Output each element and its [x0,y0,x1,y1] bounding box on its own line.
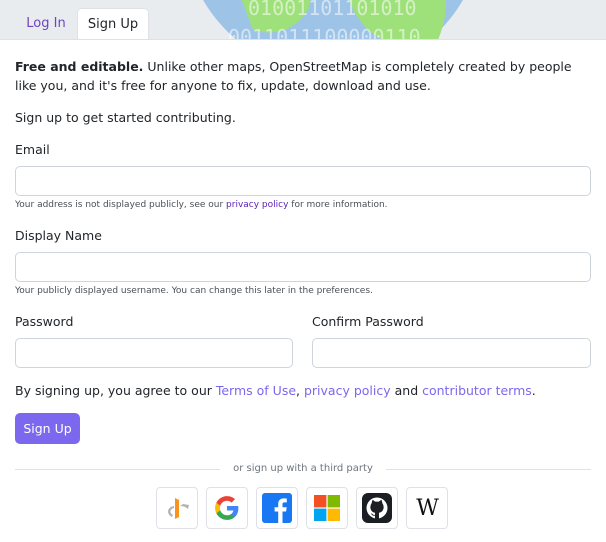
tab-login[interactable]: Log In [15,8,77,39]
banner-globe-image: 01001101101010 0011011100000110 [203,0,463,40]
confirm-password-field[interactable] [312,338,591,368]
wikipedia-login-button[interactable]: W [406,487,448,529]
terms-and: and [390,383,423,398]
third-party-divider: or sign up with a third party [0,462,606,476]
password-field[interactable] [15,338,293,368]
display-name-field[interactable] [15,252,591,282]
email-help-pre: Your address is not displayed publicly, … [15,200,227,210]
header-bar: 01001101101010 0011011100000110 Log In S… [0,0,606,40]
display-name-label: Display Name [15,228,102,243]
banner-binary-row1: 01001101101010 [248,0,417,20]
email-privacy-link[interactable]: privacy policy [226,200,288,210]
facebook-login-button[interactable] [256,487,298,529]
terms-notice: By signing up, you agree to our Terms of… [15,382,536,399]
google-icon [215,496,239,520]
google-login-button[interactable] [206,487,248,529]
email-label: Email [15,142,50,157]
password-label: Password [15,314,74,329]
microsoft-login-button[interactable] [306,487,348,529]
email-field[interactable] [15,166,591,196]
terms-post: . [531,383,536,398]
privacy-policy-link[interactable]: privacy policy [304,383,391,398]
github-login-button[interactable] [356,487,398,529]
confirm-password-label: Confirm Password [312,314,424,329]
intro-bold: Free and editable. [15,59,144,74]
sign-up-button[interactable]: Sign Up [15,413,80,444]
terms-of-use-link[interactable]: Terms of Use [216,383,296,398]
banner-binary-row2: 0011011100000110 [228,25,421,40]
signup-lead: Sign up to get started contributing. [15,110,236,125]
openid-icon [168,498,189,519]
github-icon [362,493,392,523]
wikipedia-icon: W [416,495,439,521]
email-help: Your address is not displayed publicly, … [15,199,388,211]
contributor-terms-link[interactable]: contributor terms [422,383,532,398]
microsoft-icon [314,495,340,521]
openid-login-button[interactable] [156,487,198,529]
tab-signup[interactable]: Sign Up [77,8,149,39]
third-party-label: or sign up with a third party [227,463,379,474]
terms-pre: By signing up, you agree to our [15,383,216,398]
email-help-post: for more information. [288,200,388,210]
intro-paragraph: Free and editable. Unlike other maps, Op… [15,57,590,95]
display-name-help: Your publicly displayed username. You ca… [15,286,373,296]
facebook-icon [262,493,292,523]
terms-sep: , [296,383,304,398]
